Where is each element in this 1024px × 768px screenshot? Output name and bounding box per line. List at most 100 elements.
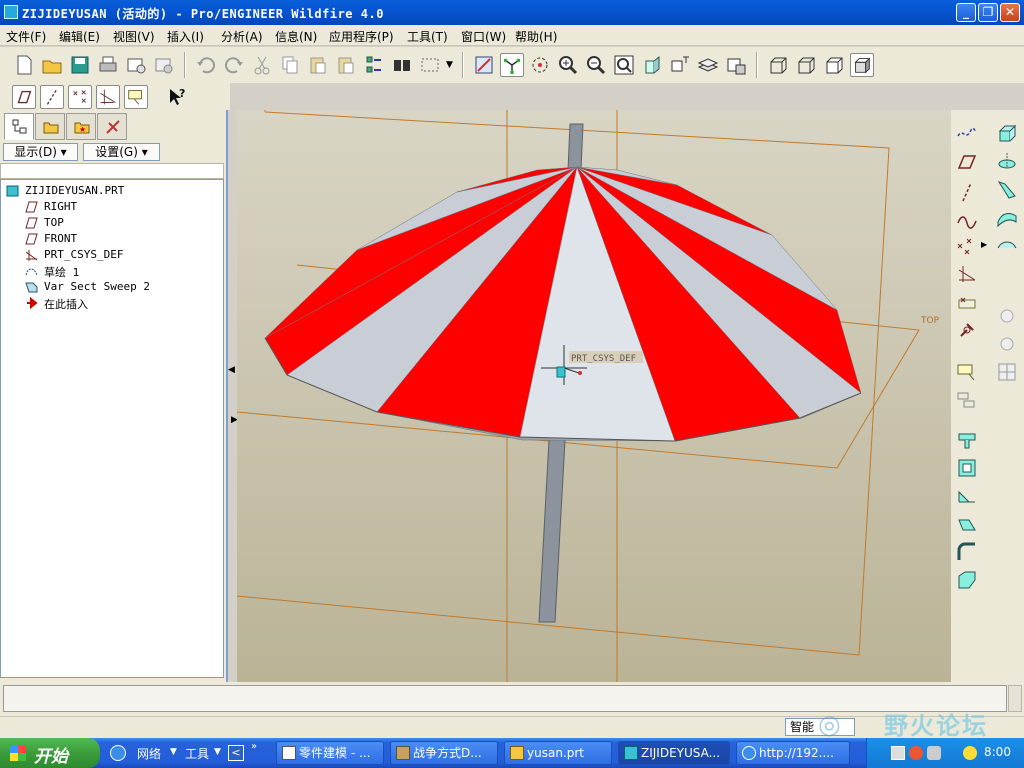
message-scrollbar[interactable] — [1008, 685, 1022, 712]
graphics-viewport[interactable]: TOP PRT_CSYS_DEF — [237, 110, 951, 682]
cut-icon[interactable] — [250, 53, 274, 77]
menu-tools[interactable]: 工具(T) — [407, 28, 448, 45]
context-help-icon[interactable]: ? — [164, 85, 188, 109]
shell-tool-icon[interactable] — [955, 456, 979, 480]
tab-model-tree[interactable] — [4, 113, 34, 140]
analysis-feature-icon[interactable] — [955, 290, 979, 314]
menu-edit[interactable]: 编辑(E) — [59, 28, 100, 45]
menu-view[interactable]: 视图(V) — [113, 28, 155, 45]
sketch-tool-icon[interactable] — [955, 120, 979, 144]
task-war-mode[interactable]: 战争方式D... — [390, 741, 498, 765]
datum-point-display-icon[interactable] — [68, 85, 92, 109]
redo-icon[interactable] — [222, 53, 246, 77]
datum-curve-tool-icon[interactable] — [955, 207, 979, 231]
note-tool-icon[interactable] — [955, 360, 979, 384]
datum-axis-display-icon[interactable] — [40, 85, 64, 109]
back-icon[interactable]: < — [228, 745, 244, 761]
menu-applications[interactable]: 应用程序(P) — [329, 28, 394, 45]
spin-center-icon[interactable] — [500, 53, 524, 77]
task-browser[interactable]: http://192.... — [736, 741, 850, 765]
merge-tool-icon[interactable] — [995, 332, 1019, 356]
send-mail-icon[interactable] — [124, 53, 148, 77]
hole-tool-icon[interactable] — [955, 428, 979, 452]
orient-mode-icon[interactable] — [528, 53, 552, 77]
qq-tray-icon[interactable] — [909, 746, 923, 760]
menu-help[interactable]: 帮助(H) — [515, 28, 557, 45]
display-dropdown[interactable]: 显示(D) ▾ — [3, 143, 78, 161]
menu-insert[interactable]: 插入(I) — [167, 28, 204, 45]
task-part-modeling[interactable]: 零件建模 - ... — [276, 741, 384, 765]
datum-axis-tool-icon[interactable] — [955, 180, 979, 204]
zoom-in-icon[interactable] — [556, 53, 580, 77]
coordinate-system-display-icon[interactable] — [96, 85, 120, 109]
repaint-icon[interactable] — [472, 53, 496, 77]
task-proe-window[interactable]: ZIJIDEYUSA... — [618, 741, 730, 765]
no-hidden-icon[interactable] — [822, 53, 846, 77]
draft-tool-icon[interactable] — [955, 512, 979, 536]
find-icon[interactable] — [390, 53, 414, 77]
panel-splitter[interactable]: ◀ ▶ — [226, 110, 238, 682]
variable-sweep-icon[interactable] — [995, 178, 1019, 202]
chain-tool-icon[interactable] — [955, 318, 979, 342]
open-folder-icon[interactable] — [40, 53, 64, 77]
point-dropdown-arrow-icon[interactable]: ▶ — [981, 240, 987, 249]
annotation-tool-icon[interactable] — [955, 388, 979, 412]
start-button[interactable]: 开始 — [0, 738, 100, 768]
volume-tray-icon[interactable] — [927, 746, 941, 760]
round-tool-icon[interactable] — [955, 540, 979, 564]
view-manager-icon[interactable] — [724, 53, 748, 77]
wireframe-icon[interactable] — [766, 53, 790, 77]
datum-point-tool-icon[interactable] — [955, 234, 979, 258]
tools-dropdown-arrow-icon[interactable]: ▼ — [214, 747, 221, 757]
layers-icon[interactable] — [696, 53, 720, 77]
pattern-tool-icon[interactable] — [995, 360, 1019, 384]
menu-window[interactable]: 窗口(W) — [461, 28, 506, 45]
tab-folder-browser[interactable] — [35, 113, 65, 140]
collapse-arrow-icon[interactable]: ◀ — [228, 365, 235, 375]
tab-connections[interactable] — [97, 113, 127, 140]
messenger-tray-icon[interactable] — [963, 746, 977, 760]
ie-icon[interactable] — [110, 745, 126, 761]
select-box-icon[interactable] — [418, 53, 442, 77]
paste-icon[interactable] — [306, 53, 330, 77]
copy-icon[interactable] — [278, 53, 302, 77]
tab-favorites[interactable]: ★ — [66, 113, 96, 140]
print-icon[interactable] — [96, 53, 120, 77]
zoom-out-icon[interactable] — [584, 53, 608, 77]
csys-tool-icon[interactable] — [955, 262, 979, 286]
paste-special-icon[interactable] — [334, 53, 358, 77]
chamfer-tool-icon[interactable] — [955, 568, 979, 592]
annotation-display-icon[interactable] — [124, 85, 148, 109]
restore-button[interactable]: ❐ — [978, 3, 998, 22]
mirror-tool-icon[interactable] — [995, 304, 1019, 328]
menu-info[interactable]: 信息(N) — [275, 28, 317, 45]
refit-icon[interactable] — [612, 53, 636, 77]
regenerate-icon[interactable] — [362, 53, 386, 77]
network-tray-icon[interactable] — [891, 746, 905, 760]
minimize-button[interactable]: _ — [956, 3, 976, 22]
boundary-blend-icon[interactable] — [995, 234, 1019, 258]
extrude-tool-icon[interactable] — [995, 122, 1019, 146]
menu-analysis[interactable]: 分析(A) — [221, 28, 263, 45]
quick-tools[interactable]: 工具 — [185, 745, 209, 762]
new-file-icon[interactable] — [12, 53, 36, 77]
send-link-icon[interactable] — [152, 53, 176, 77]
saved-views-icon[interactable] — [668, 53, 692, 77]
rib-tool-icon[interactable] — [955, 484, 979, 508]
datum-plane-tool-icon[interactable] — [955, 150, 979, 174]
hidden-line-icon[interactable] — [794, 53, 818, 77]
menu-file[interactable]: 文件(F) — [6, 28, 46, 45]
blend-tool-icon[interactable] — [995, 206, 1019, 230]
settings-dropdown[interactable]: 设置(G) ▾ — [83, 143, 160, 161]
task-yusan-folder[interactable]: yusan.prt — [504, 741, 612, 765]
reorient-icon[interactable] — [640, 53, 664, 77]
revolve-tool-icon[interactable] — [995, 150, 1019, 174]
close-button[interactable]: ✕ — [1000, 3, 1020, 22]
select-dropdown-arrow-icon[interactable]: ▼ — [446, 60, 453, 70]
network-dropdown-arrow-icon[interactable]: ▼ — [170, 747, 177, 757]
quick-network[interactable]: 网络 — [137, 745, 161, 762]
overflow-chevron-icon[interactable]: » — [251, 741, 257, 752]
save-icon[interactable] — [68, 53, 92, 77]
undo-icon[interactable] — [194, 53, 218, 77]
datum-plane-display-icon[interactable] — [12, 85, 36, 109]
